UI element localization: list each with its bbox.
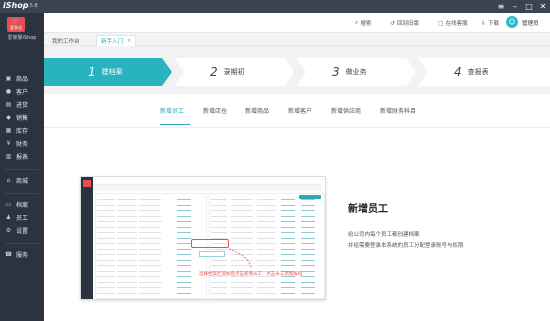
sidebar-item-inventory[interactable]: ▦ 库存 — [0, 124, 44, 136]
logo-text: 爱多店 — [10, 25, 22, 30]
staff-icon: ♟ — [5, 213, 12, 221]
download-button[interactable]: ⇩ 下载 — [481, 19, 499, 28]
shop-name: 爱家婴iShop — [7, 35, 37, 41]
step-1[interactable]: 1 建档案 — [88, 58, 123, 86]
tab-bar: 我的工作台 新手入门 × — [44, 33, 550, 46]
back-icon: ↺ — [390, 19, 396, 27]
sidebar-item-settings[interactable]: ⚙ 设置 — [0, 224, 44, 236]
preview-arrow — [228, 248, 252, 270]
active-subtab-underline — [160, 124, 190, 125]
subtab-new-staff[interactable]: 新增员工 — [160, 106, 184, 115]
sales-icon: ◆ — [6, 113, 11, 121]
sidebar-item-service[interactable]: ☎ 服务 — [0, 248, 44, 260]
avatar[interactable]: ☺ — [506, 16, 518, 28]
chat-icon: ▢ — [438, 19, 444, 27]
title-bar: iShop 1.5.8 ≡ – □ ✕ — [0, 0, 550, 13]
subtab-divider — [44, 127, 550, 128]
sidebar-item-goods[interactable]: ▣ 商品 — [0, 72, 44, 84]
app-window: { "titlebar": {"brand": "iShop", "versio… — [0, 0, 550, 321]
subtab-new-supplier[interactable]: 新增供应商 — [331, 106, 361, 115]
service-icon: ☎ — [4, 250, 13, 258]
subtab-new-goods[interactable]: 新增商品 — [245, 106, 269, 115]
sidebar-divider — [5, 193, 39, 194]
online-service-button[interactable]: ▢ 在线客服 — [438, 19, 468, 28]
sidebar-item-purchase[interactable]: ▤ 进货 — [0, 98, 44, 110]
app-version: 1.5.8 — [25, 3, 38, 9]
sidebar-divider — [5, 243, 39, 244]
close-tab-icon[interactable]: × — [127, 38, 131, 44]
sidebar: 🛒 爱多店 爱家婴iShop ▣ 商品 ● 客户 ▤ 进货 ◆ 销售 ▦ 库存 ¥ 财务 ▥… — [0, 13, 44, 321]
sidebar-item-report[interactable]: ▥ 报表 — [0, 150, 44, 162]
step-2[interactable]: 2 录期初 — [210, 58, 245, 86]
content-desc-line2: 并给需要登录本系统的员工分配登录账号与权限 — [348, 243, 464, 249]
search-icon: ⌕ — [355, 19, 359, 26]
archive-icon: ▭ — [5, 200, 12, 208]
minimize-icon[interactable]: – — [508, 0, 522, 13]
sidebar-item-customer[interactable]: ● 客户 — [0, 85, 44, 97]
report-icon: ▥ — [5, 152, 12, 160]
content-title: 新增员工 — [348, 204, 388, 215]
sidebar-divider — [5, 169, 39, 170]
settings-icon: ⚙ — [5, 226, 12, 234]
step-progress: 1 建档案 2 录期初 3 做业务 4 查报表 — [44, 58, 550, 86]
menu-icon[interactable]: ≡ — [494, 0, 508, 13]
subtab-new-finance-subject[interactable]: 新增财务科目 — [380, 106, 416, 115]
tab-getting-started[interactable]: 新手入门 × — [96, 35, 137, 46]
mall-icon: ⌂ — [6, 176, 11, 184]
customer-icon: ● — [5, 87, 12, 95]
step-3[interactable]: 3 做业务 — [332, 58, 367, 86]
subtab-new-customer[interactable]: 新增客户 — [288, 106, 312, 115]
goods-icon: ▣ — [5, 74, 12, 82]
tab-workbench[interactable]: 我的工作台 — [48, 35, 84, 46]
back-old-version-button[interactable]: ↺ 回到旧版 — [390, 19, 419, 28]
content-desc-line1: 给公司内每个员工都创建档案 — [348, 232, 420, 238]
maximize-icon[interactable]: □ — [522, 0, 536, 13]
close-icon[interactable]: ✕ — [536, 0, 550, 13]
sidebar-item-sales[interactable]: ◆ 销售 — [0, 111, 44, 123]
sidebar-item-mall[interactable]: ⌂ 商城 — [0, 174, 44, 186]
preview-screenshot: 选择档案栏添加后点击新增员工 · 点击员工添加按钮 — [80, 176, 326, 300]
purchase-icon: ▤ — [5, 100, 12, 108]
finance-icon: ¥ — [6, 139, 11, 147]
sidebar-item-staff[interactable]: ♟ 员工 — [0, 211, 44, 223]
top-header: ⌕ 搜索 ↺ 回到旧版 ▢ 在线客服 ⇩ 下载 ☺ 管理员 — [44, 13, 550, 33]
step-4[interactable]: 4 查报表 — [454, 58, 489, 86]
sidebar-item-archive[interactable]: ▭ 档案 — [0, 198, 44, 210]
subtab-new-store[interactable]: 新增店仓 — [203, 106, 227, 115]
user-name[interactable]: 管理员 — [522, 19, 539, 27]
search-button[interactable]: ⌕ 搜索 — [355, 19, 371, 27]
sidebar-item-finance[interactable]: ¥ 财务 — [0, 137, 44, 149]
inventory-icon: ▦ — [5, 126, 12, 134]
download-icon: ⇩ — [481, 19, 487, 27]
shop-logo[interactable]: 🛒 爱多店 — [7, 17, 25, 32]
